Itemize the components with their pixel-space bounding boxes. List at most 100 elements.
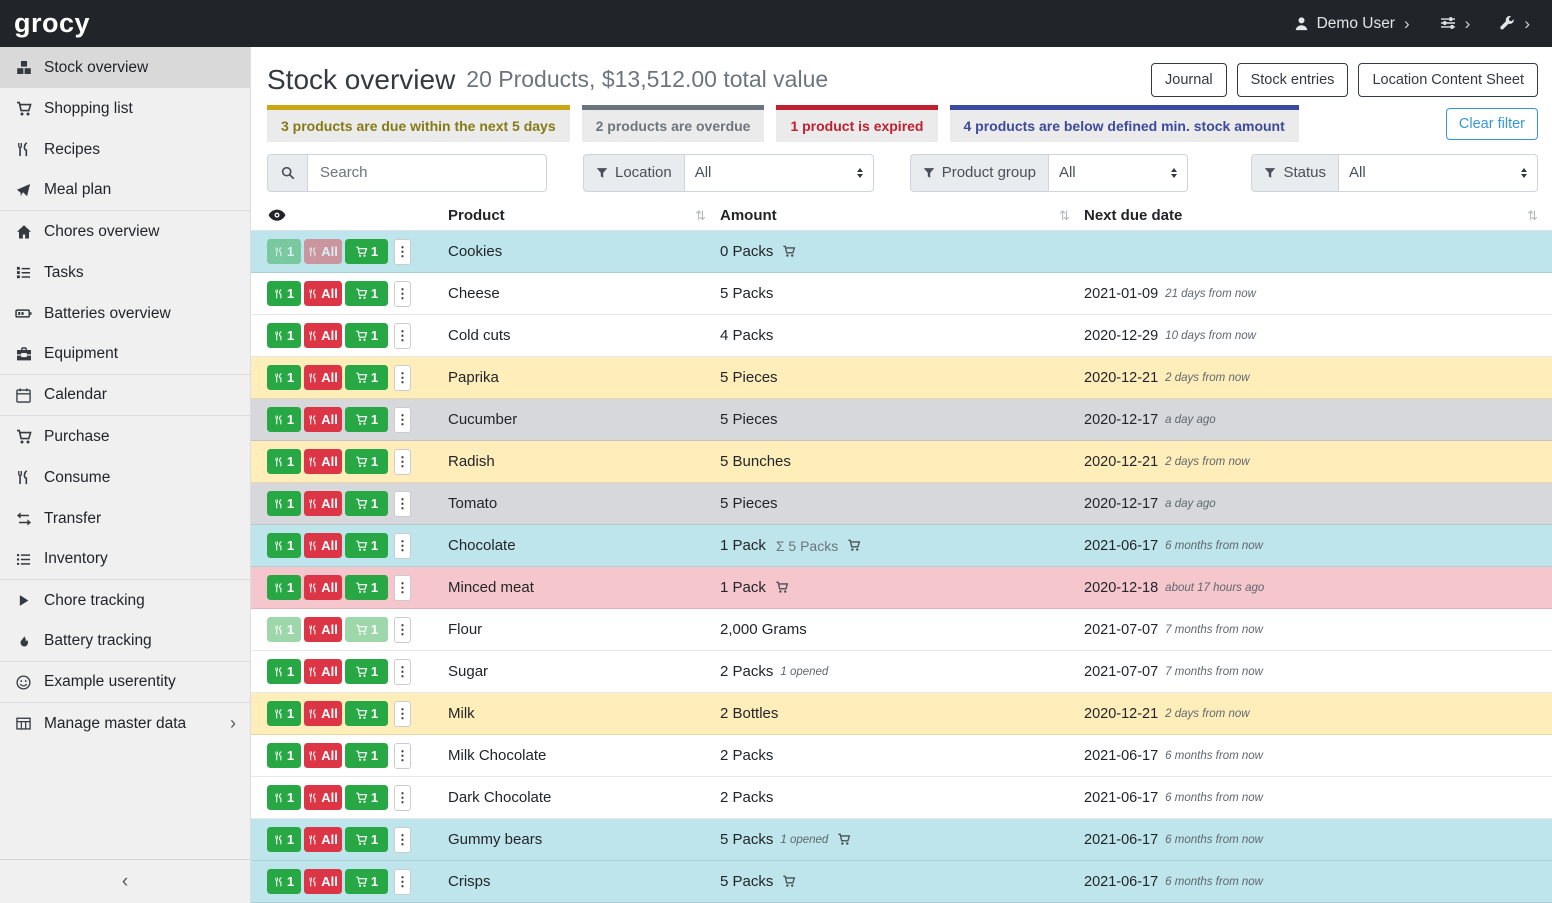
add-to-shopping-list-button[interactable]: 1 — [345, 743, 388, 768]
table-row[interactable]: 1 All 1 ⋮ Flour 2,000 Grams 2021-07-077 … — [251, 609, 1552, 651]
row-menu-button[interactable]: ⋮ — [394, 281, 411, 307]
banner-expired[interactable]: 1 product is expired — [776, 105, 937, 142]
consume-all-button[interactable]: All — [304, 533, 342, 558]
column-header-amount[interactable]: Amount⇅ — [720, 207, 1084, 224]
add-to-shopping-list-button[interactable]: 1 — [345, 533, 388, 558]
add-to-shopping-list-button[interactable]: 1 — [345, 701, 388, 726]
product-group-select[interactable]: All — [1048, 154, 1188, 192]
row-menu-button[interactable]: ⋮ — [394, 407, 411, 433]
banner-due-soon[interactable]: 3 products are due within the next 5 day… — [267, 105, 570, 142]
consume-all-button[interactable]: All — [304, 449, 342, 474]
journal-button[interactable]: Journal — [1151, 63, 1227, 97]
consume-one-button[interactable]: 1 — [267, 743, 301, 768]
location-content-sheet-button[interactable]: Location Content Sheet — [1358, 63, 1538, 97]
sidebar-item-battery-tracking[interactable]: Battery tracking — [0, 621, 250, 662]
table-row[interactable]: 1 All 1 ⋮ Chocolate 1 PackΣ 5 Packs 2021… — [251, 525, 1552, 567]
add-to-shopping-list-button[interactable]: 1 — [345, 491, 388, 516]
row-menu-button[interactable]: ⋮ — [394, 827, 411, 853]
consume-one-button[interactable]: 1 — [267, 491, 301, 516]
table-row[interactable]: 1 All 1 ⋮ Paprika 5 Pieces 2020-12-212 d… — [251, 357, 1552, 399]
sort-icon[interactable]: ⇅ — [695, 208, 706, 224]
row-menu-button[interactable]: ⋮ — [394, 365, 411, 391]
row-menu-button[interactable]: ⋮ — [394, 323, 411, 349]
table-row[interactable]: 1 All 1 ⋮ Milk Chocolate 2 Packs 2021-06… — [251, 735, 1552, 777]
row-menu-button[interactable]: ⋮ — [394, 449, 411, 475]
table-row[interactable]: 1 All 1 ⋮ Minced meat 1 Pack 2020-12-18a… — [251, 567, 1552, 609]
sidebar-collapse-button[interactable]: ‹ — [0, 859, 250, 903]
add-to-shopping-list-button[interactable]: 1 — [345, 575, 388, 600]
row-menu-button[interactable]: ⋮ — [394, 869, 411, 895]
row-menu-button[interactable]: ⋮ — [394, 617, 411, 643]
sidebar-item-example-userentity[interactable]: Example userentity — [0, 662, 250, 703]
consume-all-button[interactable]: All — [304, 827, 342, 852]
sidebar-item-inventory[interactable]: Inventory — [0, 539, 250, 580]
add-to-shopping-list-button[interactable]: 1 — [345, 407, 388, 432]
consume-all-button[interactable]: All — [304, 491, 342, 516]
consume-all-button[interactable]: All — [304, 617, 342, 642]
sidebar-item-purchase[interactable]: Purchase — [0, 416, 250, 457]
admin-menu[interactable]: › — [1500, 15, 1530, 33]
column-header-product[interactable]: Product⇅ — [448, 207, 720, 224]
sidebar-item-equipment[interactable]: Equipment — [0, 334, 250, 375]
sidebar-item-recipes[interactable]: Recipes — [0, 129, 250, 170]
row-menu-button[interactable]: ⋮ — [394, 533, 411, 559]
add-to-shopping-list-button[interactable]: 1 — [345, 365, 388, 390]
consume-one-button[interactable]: 1 — [267, 533, 301, 558]
row-menu-button[interactable]: ⋮ — [394, 491, 411, 517]
table-row[interactable]: 1 All 1 ⋮ Cookies 0 Packs — [251, 231, 1552, 273]
consume-all-button[interactable]: All — [304, 785, 342, 810]
row-menu-button[interactable]: ⋮ — [394, 575, 411, 601]
sidebar-item-chore-tracking[interactable]: Chore tracking — [0, 580, 250, 621]
table-row[interactable]: 1 All 1 ⋮ Milk 2 Bottles 2020-12-212 day… — [251, 693, 1552, 735]
row-menu-button[interactable]: ⋮ — [394, 785, 411, 811]
stock-entries-button[interactable]: Stock entries — [1237, 63, 1349, 97]
add-to-shopping-list-button[interactable]: 1 — [345, 659, 388, 684]
table-row[interactable]: 1 All 1 ⋮ Tomato 5 Pieces 2020-12-17a da… — [251, 483, 1552, 525]
row-menu-button[interactable]: ⋮ — [394, 239, 411, 265]
add-to-shopping-list-button[interactable]: 1 — [345, 239, 388, 264]
row-menu-button[interactable]: ⋮ — [394, 659, 411, 685]
consume-all-button[interactable]: All — [304, 239, 342, 264]
table-row[interactable]: 1 All 1 ⋮ Dark Chocolate 2 Packs 2021-06… — [251, 777, 1552, 819]
consume-one-button[interactable]: 1 — [267, 827, 301, 852]
table-row[interactable]: 1 All 1 ⋮ Cheese 5 Packs 2021-01-0921 da… — [251, 273, 1552, 315]
consume-one-button[interactable]: 1 — [267, 407, 301, 432]
column-header-next-due-date[interactable]: Next due date⇅ — [1084, 207, 1552, 224]
location-select[interactable]: All — [684, 154, 874, 192]
banner-below-min-stock[interactable]: 4 products are below defined min. stock … — [950, 105, 1299, 142]
sidebar-item-tasks[interactable]: Tasks — [0, 252, 250, 293]
consume-all-button[interactable]: All — [304, 575, 342, 600]
sort-icon[interactable]: ⇅ — [1059, 208, 1070, 224]
toggle-visibility-eye-icon[interactable] — [251, 209, 448, 222]
consume-all-button[interactable]: All — [304, 659, 342, 684]
consume-all-button[interactable]: All — [304, 407, 342, 432]
consume-one-button[interactable]: 1 — [267, 323, 301, 348]
search-input[interactable] — [307, 154, 547, 192]
sort-icon[interactable]: ⇅ — [1527, 208, 1538, 224]
table-row[interactable]: 1 All 1 ⋮ Radish 5 Bunches 2020-12-212 d… — [251, 441, 1552, 483]
consume-one-button[interactable]: 1 — [267, 617, 301, 642]
add-to-shopping-list-button[interactable]: 1 — [345, 617, 388, 642]
table-row[interactable]: 1 All 1 ⋮ Sugar 2 Packs1 opened 2021-07-… — [251, 651, 1552, 693]
sidebar-item-manage-master-data[interactable]: Manage master data› — [0, 703, 250, 744]
table-row[interactable]: 1 All 1 ⋮ Crisps 5 Packs 2021-06-176 mon… — [251, 861, 1552, 903]
consume-one-button[interactable]: 1 — [267, 575, 301, 600]
row-menu-button[interactable]: ⋮ — [394, 701, 411, 727]
sidebar-item-shopping-list[interactable]: Shopping list — [0, 88, 250, 129]
row-menu-button[interactable]: ⋮ — [394, 743, 411, 769]
consume-all-button[interactable]: All — [304, 869, 342, 894]
consume-one-button[interactable]: 1 — [267, 869, 301, 894]
consume-all-button[interactable]: All — [304, 365, 342, 390]
consume-one-button[interactable]: 1 — [267, 239, 301, 264]
settings-menu[interactable]: › — [1440, 15, 1471, 33]
consume-one-button[interactable]: 1 — [267, 659, 301, 684]
table-row[interactable]: 1 All 1 ⋮ Gummy bears 5 Packs1 opened 20… — [251, 819, 1552, 861]
consume-one-button[interactable]: 1 — [267, 281, 301, 306]
consume-all-button[interactable]: All — [304, 701, 342, 726]
table-row[interactable]: 1 All 1 ⋮ Cold cuts 4 Packs 2020-12-2910… — [251, 315, 1552, 357]
banner-overdue[interactable]: 2 products are overdue — [582, 105, 765, 142]
consume-one-button[interactable]: 1 — [267, 785, 301, 810]
consume-all-button[interactable]: All — [304, 281, 342, 306]
consume-all-button[interactable]: All — [304, 323, 342, 348]
add-to-shopping-list-button[interactable]: 1 — [345, 323, 388, 348]
